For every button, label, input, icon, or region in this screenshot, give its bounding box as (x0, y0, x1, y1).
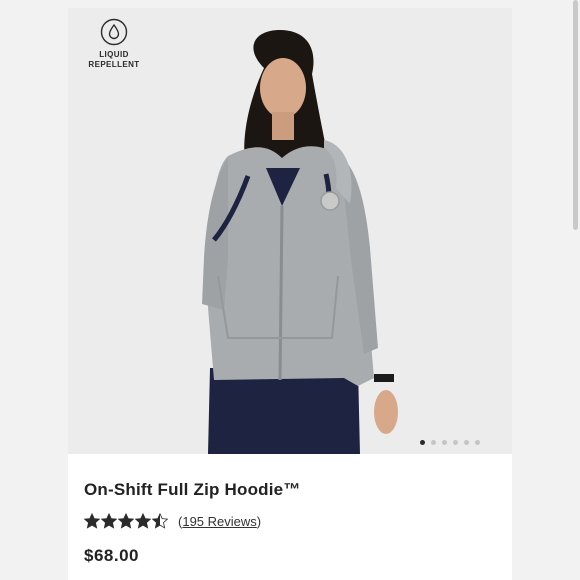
carousel-dot[interactable] (464, 440, 469, 445)
carousel-dot[interactable] (453, 440, 458, 445)
star-half-icon (152, 513, 168, 529)
product-image[interactable]: LIQUID REPELLENT (68, 8, 512, 454)
carousel-dot[interactable] (431, 440, 436, 445)
carousel-dot[interactable] (420, 440, 425, 445)
carousel-dots (420, 440, 480, 445)
star-rating (84, 513, 168, 529)
carousel-dot[interactable] (475, 440, 480, 445)
product-price: $68.00 (84, 546, 139, 565)
star-full-icon (84, 513, 100, 529)
reviews-count[interactable]: 195 Reviews (182, 514, 256, 529)
star-full-icon (101, 513, 117, 529)
badge-label: LIQUID REPELLENT (88, 50, 140, 69)
product-card: LIQUID REPELLENT On-Shift Full Zip Hoodi… (68, 8, 512, 580)
reviews-link[interactable]: (195 Reviews) (178, 514, 261, 529)
carousel-dot[interactable] (442, 440, 447, 445)
product-title: On-Shift Full Zip Hoodie™ (84, 480, 301, 499)
star-full-icon (118, 513, 134, 529)
liquid-repellent-badge: LIQUID REPELLENT (86, 18, 142, 70)
scrollbar[interactable] (573, 0, 578, 230)
rating-row: (195 Reviews) (84, 513, 261, 529)
model-illustration (202, 30, 398, 454)
droplet-icon (100, 18, 128, 46)
star-full-icon (135, 513, 151, 529)
